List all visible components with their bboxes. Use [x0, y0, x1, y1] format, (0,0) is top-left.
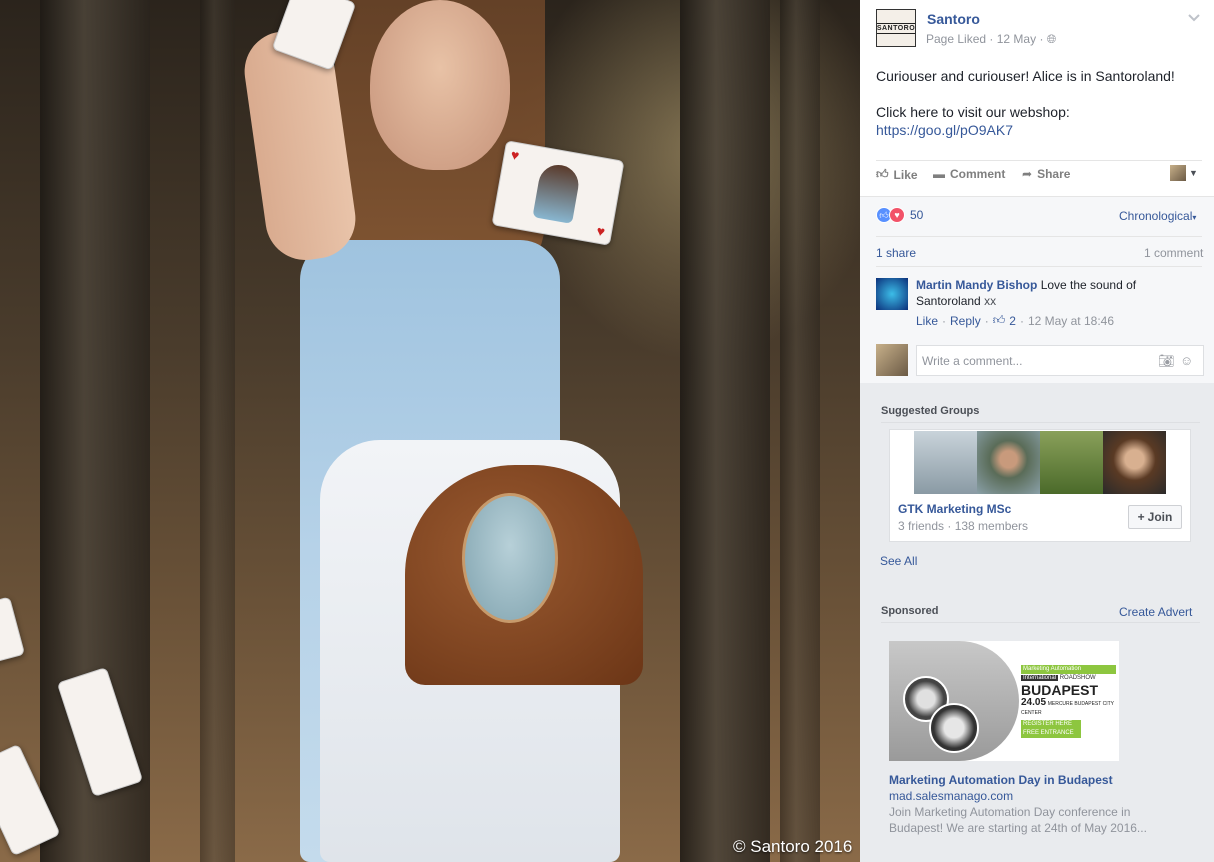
group-name-link[interactable]: GTK Marketing MSc [898, 502, 1011, 516]
comment-label: Comment [950, 167, 1006, 181]
reaction-count: 50 [910, 208, 924, 222]
ad-banner-roadshow: ROADSHOW [1059, 675, 1096, 681]
caret-down-icon: ▼ [1189, 168, 1198, 178]
share-icon: ➦ [1022, 167, 1033, 181]
tree-trunk [200, 0, 235, 862]
comment-button[interactable]: ▬ Comment [933, 167, 1005, 181]
face [370, 0, 510, 170]
like-button[interactable]: 👍︎ Like [876, 167, 918, 182]
caret-down-icon: ▾ [1192, 213, 1197, 222]
sponsored-title: Sponsored [881, 605, 939, 617]
ad-banner-text: Marketing Automation International ROADS… [1021, 665, 1116, 738]
post-panel: SANTORO Santoro Page Liked · 12 May · 🌐︎… [860, 0, 1214, 383]
plus-icon: + [1137, 510, 1145, 524]
ad-title-link[interactable]: Marketing Automation Day in Budapest [889, 773, 1113, 787]
comment-reply-button[interactable]: Reply [950, 314, 981, 328]
thumbs-up-icon: 👍︎ [992, 313, 1006, 327]
divider [876, 266, 1202, 267]
comment-icon: ▬ [933, 167, 945, 181]
divider [881, 422, 1200, 423]
comment-like-count[interactable]: 2 [1009, 314, 1016, 328]
group-member-photo [1040, 431, 1103, 494]
globe-icon: 🌐︎ [1046, 32, 1057, 46]
post-text-line: Click here to visit our webshop: [876, 104, 1070, 120]
viewer-avatar-selector[interactable]: ▼ [1170, 165, 1198, 181]
divider [860, 196, 1214, 197]
divider [876, 160, 1202, 161]
group-member-photo [914, 431, 977, 494]
join-label: Join [1147, 510, 1173, 524]
meta-separator: · [942, 313, 947, 328]
post-photo[interactable]: ♥ ♥ © Santoro 2016 [0, 0, 860, 862]
see-all-link[interactable]: See All [880, 554, 917, 568]
share-label: Share [1037, 167, 1071, 181]
comment-author-link[interactable]: Martin Mandy Bishop [916, 278, 1037, 292]
ad-banner-international: International [1021, 675, 1059, 681]
post-text-line: Curiouser and curiouser! Alice is in San… [876, 68, 1175, 84]
ad-banner-free: FREE ENTRANCE [1021, 729, 1081, 738]
camera-icon[interactable]: 📷︎ [1158, 353, 1175, 369]
thumbs-up-icon: 👍︎ [876, 167, 889, 181]
viewer-avatar [1170, 165, 1186, 181]
divider [876, 236, 1202, 237]
post-text-gap [876, 85, 1206, 103]
comment-time[interactable]: 12 May at 18:46 [1028, 314, 1114, 328]
ad-banner-person [929, 703, 979, 753]
my-avatar [876, 344, 908, 376]
ad-banner-line: Marketing Automation [1021, 665, 1116, 674]
ad-banner-image[interactable]: Marketing Automation International ROADS… [889, 641, 1119, 761]
post-meta: Page Liked · 12 May · 🌐︎ [926, 32, 1056, 47]
photo-sidebar: SANTORO Santoro Page Liked · 12 May · 🌐︎… [860, 0, 1214, 862]
chronological-sort[interactable]: Chronological▾ [1119, 209, 1196, 223]
divider [881, 622, 1200, 623]
commenter-avatar[interactable] [876, 278, 908, 310]
sort-label: Chronological [1119, 209, 1193, 223]
comment-body: Martin Mandy Bishop Love the sound of Sa… [916, 277, 1166, 309]
playing-card [0, 596, 26, 664]
meta-separator: · [1019, 313, 1024, 328]
page-name-link[interactable]: Santoro [927, 11, 980, 27]
chevron-down-icon[interactable] [1187, 10, 1201, 24]
ad-banner-date-row: 24.05 MERCURE BUDAPEST CITY CENTER [1021, 698, 1116, 718]
comment-like-button[interactable]: Like [916, 314, 938, 328]
like-label: Like [893, 167, 918, 182]
ad-banner-register: REGISTER HERE [1021, 720, 1081, 729]
ad-domain[interactable]: mad.salesmanago.com [889, 789, 1013, 803]
group-member-photo [977, 431, 1040, 494]
comment-actions: Like · Reply · 👍︎ 2 · 12 May at 18:46 [916, 313, 1114, 328]
group-meta: 3 friends · 138 members [898, 519, 1029, 533]
comment-suffix: xx [984, 294, 997, 308]
group-card[interactable]: GTK Marketing MSc 3 friends · 138 member… [889, 429, 1191, 542]
meta-separator: · [984, 313, 989, 328]
webshop-link[interactable]: https://goo.gl/pO9AK7 [876, 121, 1206, 139]
page-avatar[interactable]: SANTORO [876, 9, 916, 47]
ad-description: Join Marketing Automation Day conference… [889, 805, 1147, 835]
shares-link[interactable]: 1 share [876, 246, 916, 260]
photo-watermark: © Santoro 2016 [733, 837, 853, 856]
join-group-button[interactable]: + Join [1128, 505, 1182, 529]
suggested-groups-title: Suggested Groups [881, 405, 980, 417]
write-comment-placeholder: Write a comment... [922, 354, 1023, 368]
post-date-link[interactable]: 12 May [997, 32, 1036, 46]
comments-count[interactable]: 1 comment [1144, 246, 1203, 260]
handbag-illustration [462, 493, 558, 623]
create-advert-link[interactable]: Create Advert [1119, 605, 1192, 619]
share-button[interactable]: ➦ Share [1022, 167, 1070, 181]
tree-trunk [780, 0, 820, 862]
emoji-icon[interactable]: ☺ [1180, 353, 1193, 368]
write-comment-input[interactable]: Write a comment... 📷︎ ☺ [916, 345, 1204, 376]
post-text: Curiouser and curiouser! Alice is in San… [876, 67, 1206, 139]
page-liked-status: Page Liked [926, 32, 987, 46]
meta-separator: · [1039, 32, 1047, 46]
love-reaction-icon: ♥ [889, 207, 905, 223]
ad-banner-date: 24.05 [1021, 697, 1047, 708]
ad-banner-city: BUDAPEST [1021, 682, 1099, 698]
meta-separator: · [989, 32, 997, 46]
reactions-summary[interactable]: 👍︎ ♥ 50 [876, 207, 923, 223]
logo-text: SANTORO [876, 22, 916, 34]
group-member-photo [1103, 431, 1166, 494]
tree-trunk [680, 0, 770, 862]
